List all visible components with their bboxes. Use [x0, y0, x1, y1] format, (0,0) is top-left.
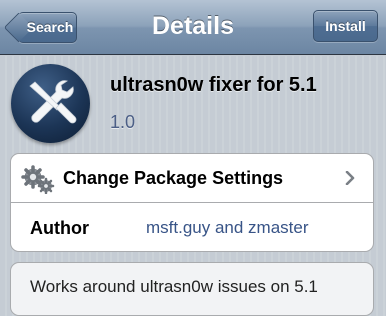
author-value: msft.guy and zmaster	[146, 218, 309, 237]
change-settings-label: Change Package Settings	[63, 168, 284, 188]
tools-icon	[11, 64, 90, 143]
back-button-label: Search	[26, 19, 74, 35]
description-text: Works around ultrasn0w issues on 5.1	[30, 277, 318, 296]
details-content[interactable]: ultrasn0w fixer for 5.1 1.0 Change Packa…	[0, 56, 386, 316]
navigation-bar: Search Details Install	[0, 0, 386, 55]
gears-icon	[21, 165, 55, 194]
package-info-group: Change Package Settings Author msft.guy …	[10, 153, 374, 252]
install-button[interactable]: Install	[313, 10, 378, 42]
author-row: Author msft.guy and zmaster	[11, 203, 373, 252]
package-name: ultrasn0w fixer for 5.1	[110, 74, 317, 96]
description-box: Works around ultrasn0w issues on 5.1	[10, 262, 374, 316]
change-settings-row[interactable]: Change Package Settings	[11, 154, 373, 203]
chevron-right-icon	[345, 171, 355, 185]
author-label: Author	[30, 218, 89, 238]
package-version: 1.0	[110, 112, 136, 132]
